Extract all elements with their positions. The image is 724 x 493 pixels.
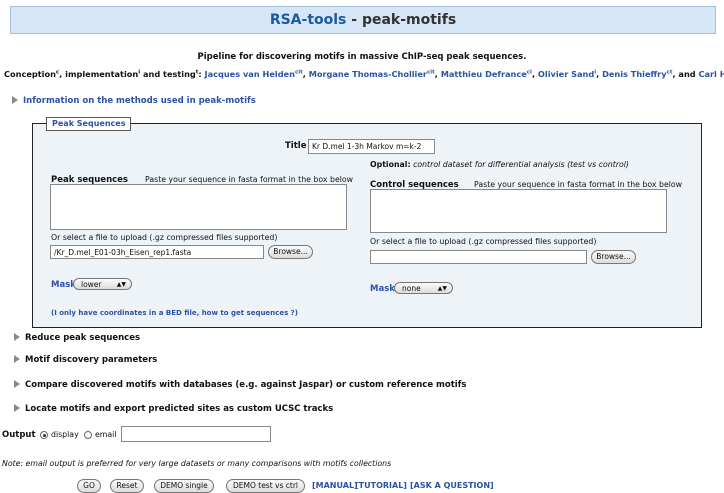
- peak-browse-button[interactable]: Browse...: [268, 245, 313, 259]
- author-sup: cit: [426, 69, 435, 76]
- expand-triangle-icon: [14, 355, 20, 363]
- author-sep: , and: [672, 69, 699, 79]
- credit-sep2: and testing: [140, 69, 196, 79]
- author-link[interactable]: Carl Herrmann: [698, 69, 724, 79]
- expand-triangle-icon: [12, 96, 18, 104]
- banner-separator: -: [346, 12, 362, 28]
- optional-label: Optional:: [370, 160, 411, 169]
- mask-select[interactable]: lower ▲▼: [73, 278, 132, 290]
- control-mask-select-value: none: [402, 284, 421, 293]
- title-label: Title: [285, 141, 307, 151]
- peak-file-field[interactable]: /Kr_D.mel_E01-03h_Eisen_rep1.fasta: [50, 245, 264, 259]
- go-button[interactable]: GO: [77, 479, 101, 493]
- author-link[interactable]: Denis Thieffry: [602, 69, 667, 79]
- expand-triangle-icon: [14, 333, 20, 341]
- toggle-info-methods[interactable]: Information on the methods used in peak-…: [12, 96, 256, 106]
- toggle-motif-label: Motif discovery parameters: [25, 355, 158, 365]
- output-display-label: display: [51, 430, 79, 439]
- author-link[interactable]: Morgane Thomas-Chollier: [309, 69, 427, 79]
- control-paste-hint: Paste your sequence in fasta format in t…: [474, 180, 683, 189]
- output-label: Output: [2, 430, 36, 440]
- author-link[interactable]: Matthieu Defrance: [441, 69, 527, 79]
- tutorial-link[interactable]: [TUTORIAL]: [355, 481, 407, 490]
- output-display-radio[interactable]: [40, 431, 48, 439]
- peak-paste-hint: Paste your sequence in fasta format in t…: [145, 175, 354, 184]
- control-mask-label: Mask: [370, 284, 395, 294]
- demo-test-vs-ctrl-button[interactable]: DEMO test vs ctrl: [226, 479, 305, 493]
- optional-text: control dataset for differential analysi…: [413, 160, 629, 169]
- toggle-locate-motifs[interactable]: Locate motifs and export predicted sites…: [14, 404, 333, 414]
- peak-sequences-textarea[interactable]: [50, 184, 347, 230]
- output-email-radio[interactable]: [84, 431, 92, 439]
- control-browse-button[interactable]: Browse...: [591, 250, 636, 264]
- toggle-info-label: Information on the methods used in peak-…: [23, 96, 256, 106]
- author-link[interactable]: Olivier Sand: [538, 69, 594, 79]
- toggle-compare-motifs[interactable]: Compare discovered motifs with databases…: [14, 380, 466, 390]
- optional-line: Optional: control dataset for differenti…: [370, 160, 629, 169]
- page-banner: RSA-tools - peak-motifs: [10, 6, 716, 34]
- control-file-field[interactable]: [370, 250, 587, 264]
- ask-question-link[interactable]: [ASK A QUESTION]: [410, 481, 494, 490]
- author-link[interactable]: Jacques van Helden: [205, 69, 295, 79]
- toggle-locate-label: Locate motifs and export predicted sites…: [25, 404, 334, 414]
- email-note: Note: email output is preferred for very…: [2, 459, 392, 468]
- credits-line: Conceptionc, implementationi and testing…: [4, 69, 724, 79]
- author-sup: cit: [294, 69, 303, 76]
- toggle-reduce-label: Reduce peak sequences: [25, 333, 141, 343]
- brand-link[interactable]: RSA-tools: [270, 12, 347, 28]
- output-email-label: email: [95, 430, 117, 439]
- toggle-reduce-peak-sequences[interactable]: Reduce peak sequences: [14, 333, 140, 343]
- manual-link[interactable]: [MANUAL]: [312, 481, 358, 490]
- peak-sequences-legend: Peak Sequences: [46, 117, 132, 131]
- reset-button[interactable]: Reset: [110, 479, 144, 493]
- toggle-motif-discovery[interactable]: Motif discovery parameters: [14, 355, 157, 365]
- email-field[interactable]: [121, 426, 271, 442]
- credit-conception: Conception: [4, 69, 56, 79]
- select-arrows-icon: ▲▼: [116, 281, 126, 288]
- page-subtitle: Pipeline for discovering motifs in massi…: [197, 52, 527, 62]
- toggle-compare-label: Compare discovered motifs with databases…: [25, 380, 467, 390]
- select-arrows-icon: ▲▼: [437, 285, 447, 292]
- title-input[interactable]: Kr D.mel 1-3h Markov m=k-2: [308, 139, 435, 154]
- bed-file-help-link[interactable]: (I only have coordinates in a BED file, …: [51, 309, 298, 317]
- expand-triangle-icon: [14, 404, 20, 412]
- peak-upload-hint: Or select a file to upload (.gz compress…: [51, 233, 278, 242]
- control-upload-hint: Or select a file to upload (.gz compress…: [370, 237, 597, 246]
- demo-single-button[interactable]: DEMO single: [154, 479, 214, 493]
- control-mask-select[interactable]: none ▲▼: [394, 282, 453, 294]
- control-sequences-textarea[interactable]: [370, 189, 667, 233]
- credit-sep1: , implementation: [59, 69, 139, 79]
- page-title: peak-motifs: [361, 12, 457, 28]
- expand-triangle-icon: [14, 380, 20, 388]
- mask-select-value: lower: [81, 280, 102, 289]
